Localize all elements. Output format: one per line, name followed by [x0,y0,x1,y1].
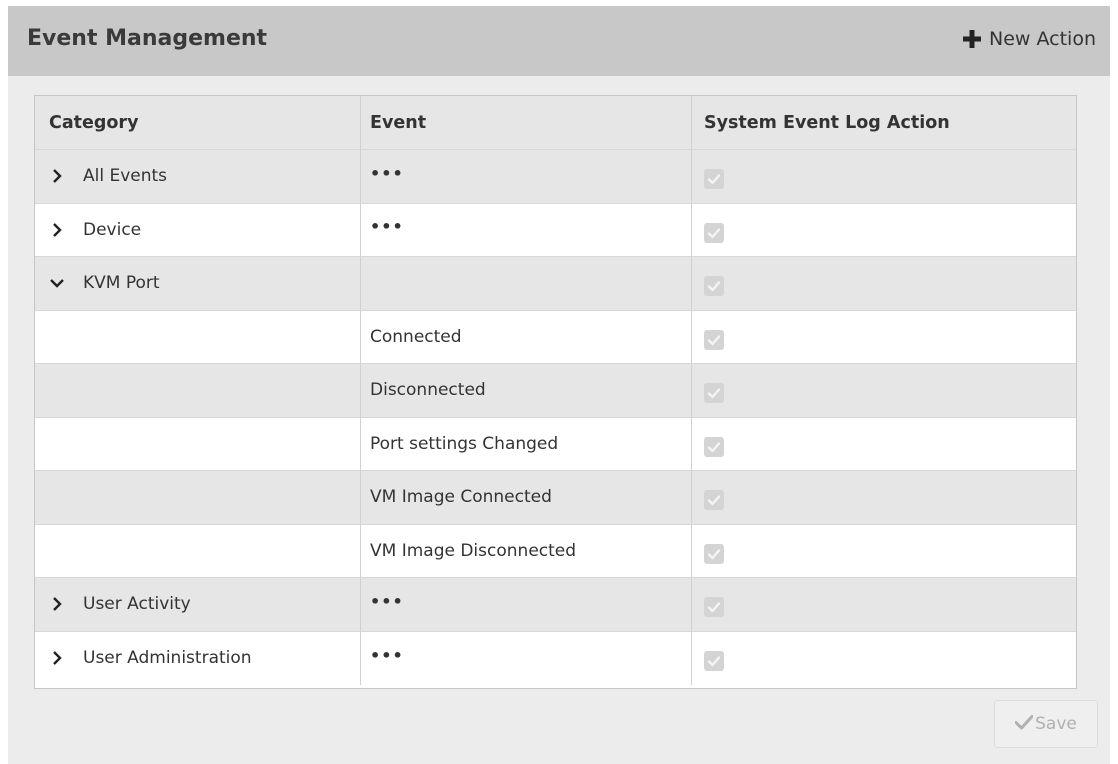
column-header-category[interactable]: Category [35,96,361,149]
system-event-log-action-cell [692,204,1076,257]
chevron-right-icon[interactable] [49,650,65,666]
system-event-log-action-cell [692,418,1076,471]
category-cell [35,364,361,417]
system-event-log-checkbox[interactable] [704,222,724,243]
save-button[interactable]: Save [994,700,1098,748]
event-cell: Port settings Changed [361,417,692,470]
system-event-log-action-cell [692,632,1076,686]
system-event-log-action-cell [692,364,1076,417]
table-row: Disconnected [35,364,1076,418]
column-header-event[interactable]: Event [361,96,692,149]
event-cell: ••• [361,203,692,256]
system-event-log-action-cell [692,150,1076,203]
system-event-log-action-cell [692,578,1076,631]
event-cell: ••• [361,631,692,685]
table-row: Connected [35,310,1076,364]
system-event-log-action-cell [692,257,1076,310]
new-action-label: New Action [989,28,1096,50]
event-label: Disconnected [370,380,486,401]
system-event-log-checkbox[interactable] [704,276,724,297]
event-label: VM Image Connected [370,487,552,508]
category-label: User Administration [83,648,252,669]
event-cell: Connected [361,310,692,363]
check-icon [1014,714,1034,735]
category-cell: All Events [35,150,361,203]
event-label: Connected [370,326,462,347]
table-row: User Activity ••• [35,578,1076,632]
table-row: All Events ••• [35,150,1076,204]
system-event-log-checkbox[interactable] [704,597,724,618]
table-row: VM Image Disconnected [35,524,1076,578]
column-header-system-event-log-action[interactable]: System Event Log Action [692,96,1076,149]
table-row: KVM Port [35,257,1076,311]
system-event-log-checkbox[interactable] [704,329,724,350]
event-table: Category Event System Event Log Action A… [34,95,1077,689]
chevron-right-icon[interactable] [49,596,65,612]
event-label: Port settings Changed [370,433,559,454]
event-cell: VM Image Connected [361,471,692,524]
event-cell: ••• [361,578,692,631]
category-cell [35,417,361,470]
category-label: KVM Port [83,273,160,294]
category-label: All Events [83,166,168,187]
table-row: VM Image Connected [35,471,1076,525]
system-event-log-checkbox[interactable] [704,490,724,511]
system-event-log-action-cell [692,471,1076,524]
new-action-button[interactable]: New Action [963,28,1096,50]
system-event-log-checkbox[interactable] [704,436,724,457]
system-event-log-checkbox[interactable] [704,543,724,564]
page-title: Event Management [27,26,268,51]
category-cell [35,524,361,577]
category-cell: KVM Port [35,257,361,310]
more-events-indicator[interactable]: ••• [370,164,404,183]
category-label: User Activity [83,594,191,615]
event-cell [361,257,692,310]
chevron-right-icon[interactable] [49,168,65,184]
category-label: Device [83,219,142,240]
category-cell [35,471,361,524]
system-event-log-checkbox[interactable] [704,651,724,672]
category-cell [35,310,361,363]
chevron-right-icon[interactable] [49,222,65,238]
event-cell: ••• [361,150,692,203]
chevron-down-icon[interactable] [49,275,65,291]
event-cell: Disconnected [361,364,692,417]
table-row: Port settings Changed [35,417,1076,471]
category-cell: User Activity [35,578,361,631]
system-event-log-checkbox[interactable] [704,383,724,404]
event-management-panel: Event Management New Action Category Eve… [8,6,1110,764]
table-header-row: Category Event System Event Log Action [35,96,1076,150]
more-events-indicator[interactable]: ••• [370,217,404,236]
table-row: Device ••• [35,203,1076,257]
event-label: VM Image Disconnected [370,540,577,561]
plus-icon [963,30,981,48]
event-cell: VM Image Disconnected [361,524,692,577]
system-event-log-checkbox[interactable] [704,169,724,190]
system-event-log-action-cell [692,525,1076,578]
more-events-indicator[interactable]: ••• [370,592,404,611]
more-events-indicator[interactable]: ••• [370,646,404,665]
category-cell: Device [35,203,361,256]
category-cell: User Administration [35,631,361,685]
table-row: User Administration ••• [35,631,1076,686]
system-event-log-action-cell [692,311,1076,364]
save-label: Save [1035,714,1077,734]
panel-header: Event Management New Action [8,6,1110,76]
